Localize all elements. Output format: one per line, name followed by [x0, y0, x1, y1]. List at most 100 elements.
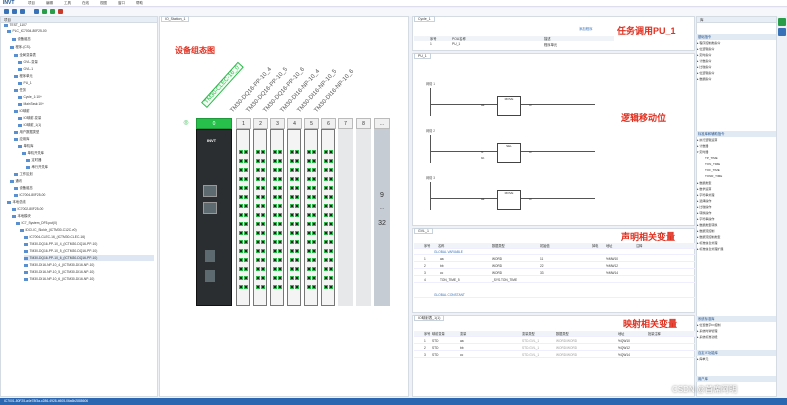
tree-node[interactable]: IO映射 [14, 108, 30, 114]
tree-node[interactable]: Cycle_1:10+ [18, 94, 42, 100]
block-input[interactable]: aa [481, 197, 484, 201]
gvl-row[interactable]: 3 cc WORD 33 %MW14 [414, 270, 695, 276]
library-item[interactable]: TOF_TIME [705, 168, 783, 173]
tree-node[interactable]: TM30-DQ16-PP-10_4_(ICTM30-DQ16-PP-10) [24, 241, 97, 247]
library-item[interactable]: ▸ 数据流控制 [697, 229, 775, 234]
library-item[interactable]: ▸ 程序控制类指令 [697, 41, 775, 46]
tree-node[interactable]: 程序-(CS)- [10, 44, 31, 50]
library-item[interactable]: ▸ 转换操作 [697, 211, 775, 216]
tree-node[interactable]: IDCI-IC_SloIdr_(ICTM30-C12C.v0) [20, 227, 77, 233]
library-item[interactable]: ▸ 计数器 [697, 144, 775, 149]
tree-node[interactable]: IC7_System_DF5.put(0) [16, 220, 57, 226]
tree-node[interactable]: 用户数据类型 [14, 129, 39, 135]
empty-slot[interactable] [356, 129, 371, 306]
iomap-row[interactable]: 2 STD bb STD.GVL_1 WORD/WORD %QW12 [414, 345, 695, 351]
library-section[interactable]: 用户库 [696, 376, 776, 382]
block-input[interactable]: G [481, 150, 483, 154]
gvl-group[interactable]: GLOBAL VARIABLE [414, 249, 695, 255]
slot-1[interactable]: 1 [236, 118, 251, 129]
tree-node[interactable]: GVL-1 [18, 66, 33, 72]
library-item[interactable]: ▸ 定时指令 [697, 53, 775, 58]
tab-io-station[interactable]: IO_Station_1 [161, 16, 190, 22]
library-item[interactable]: ▸ 系统标准功能 [697, 335, 775, 340]
tree-node[interactable]: TM30-DI16-NP-10_6_(ICTM30-DI16-NP-10) [24, 276, 94, 282]
io-module[interactable] [304, 129, 318, 306]
new-icon[interactable] [4, 9, 9, 14]
iomap-row[interactable]: 3 STD cc STD.GVL_1 WORD/WORD %QW14 [414, 352, 695, 358]
tree-node[interactable]: PLC_IC7004-80F25-00 [7, 28, 47, 34]
gvl-row[interactable]: 2 bb WORD 22 %MW12 [414, 263, 695, 269]
slot-3[interactable]: 3 [270, 118, 285, 129]
tree-node[interactable]: 本地模块 [12, 213, 31, 219]
menu-view[interactable]: 视图 [100, 0, 107, 7]
library-item[interactable]: ▸ 标准信息处理扩展 [697, 247, 775, 252]
tree-node[interactable]: 设备组态 [14, 185, 33, 191]
block-output[interactable]: cc [529, 150, 532, 154]
library-item[interactable]: ▸ 位逻辑指令 [697, 47, 775, 52]
menu-window[interactable]: 窗口 [118, 0, 125, 7]
download-icon[interactable] [42, 9, 47, 14]
library-item[interactable]: ▸ 选择操作 [697, 199, 775, 204]
tree-node[interactable]: IC7004-80F25-00 [14, 192, 45, 198]
block-input[interactable]: bb [481, 156, 484, 160]
slot-5[interactable]: 5 [304, 118, 319, 129]
tree-node[interactable]: IO映射_1(1) [18, 122, 41, 128]
library-item[interactable]: ▸ 执行逻辑运算 [697, 138, 775, 143]
tab-cycle[interactable]: Cycle_1 [414, 16, 435, 22]
library-item[interactable]: ▸ 系统时钟管理 [697, 329, 775, 334]
library-item[interactable]: ▸ 计数指令 [697, 59, 775, 64]
tab-pou[interactable]: PU_1 [414, 53, 431, 59]
tab-gvl[interactable]: GVL_1 [414, 228, 433, 234]
library-item[interactable]: ▸ 数据指令 [697, 77, 775, 82]
tree-node[interactable]: IC7002-80F25-00 [12, 206, 43, 212]
slot-0[interactable]: 0 [196, 118, 232, 129]
tree-node-selected[interactable]: TM30-DQ16-PP-10_6_(ICTM30-DQ16-PP-10) [24, 255, 154, 261]
io-module[interactable] [270, 129, 284, 306]
iomap-row[interactable]: 1 STD aa STD.GVL_1 WORD/WORD %QW10 [414, 338, 695, 344]
tree-node[interactable]: 单机库 [18, 143, 33, 149]
io-module[interactable] [253, 129, 267, 306]
menu-online[interactable]: 在线 [82, 0, 89, 7]
tab-iomap[interactable]: IO映射表_1(1) [414, 315, 445, 321]
gvl-row[interactable]: 4 TON_TIME_5 _SYS.TON_TIME [414, 277, 695, 283]
slot-8[interactable]: 8 [356, 118, 371, 129]
library-item[interactable]: ▸ 数据类型 [697, 181, 775, 186]
add-program-button[interactable]: 添加程序 [579, 26, 593, 31]
library-section[interactable]: 系统标准库 [696, 316, 776, 322]
library-item[interactable]: TP_TIME [705, 156, 783, 161]
library-item[interactable]: ▸ 比较操作 [697, 205, 775, 210]
task-table-row[interactable]: 1 PU_1 程序单元 [414, 42, 614, 47]
tree-node[interactable]: 串行开关库 [26, 164, 48, 170]
menu-project[interactable]: 项目 [28, 0, 35, 7]
slot-6[interactable]: 6 [321, 118, 336, 129]
library-item[interactable]: ▸ 数学运算 [697, 187, 775, 192]
compile-icon[interactable] [34, 9, 39, 14]
more-slots[interactable]: 9 ... 32 [374, 129, 390, 306]
tree-node[interactable]: PU_1 [18, 80, 32, 86]
move-block[interactable]: MOVE [497, 190, 521, 210]
block-input[interactable]: aa [481, 103, 484, 107]
tree-node[interactable]: 工作区划 [14, 171, 33, 177]
library-item[interactable]: ▸ 字符串处理 [697, 193, 775, 198]
library-item[interactable]: TON_TIME [705, 162, 783, 167]
library-section[interactable]: 自定义功能库 [696, 350, 776, 356]
tree-node[interactable]: 应用库 [14, 136, 29, 142]
empty-slot[interactable] [338, 129, 353, 306]
tree-node[interactable]: IO映射-变量 [18, 115, 41, 121]
tree-node[interactable]: 通讯 [10, 178, 22, 184]
run-icon[interactable] [50, 9, 55, 14]
save-icon[interactable] [20, 9, 25, 14]
io-module[interactable] [321, 129, 335, 306]
tree-node[interactable]: 任务 [14, 87, 26, 93]
tree-node[interactable]: 定时器 [26, 157, 41, 163]
tree-node[interactable]: 全局变量表 [14, 52, 36, 58]
side-tool-icon[interactable] [778, 28, 786, 36]
tree-node[interactable]: 程序单元 [14, 73, 33, 79]
tree-node[interactable]: 本地总线 [7, 199, 26, 205]
gvl-group[interactable]: GLOBAL CONSTANT [414, 292, 695, 298]
library-item[interactable]: ▸ 字符串操作 [697, 217, 775, 222]
block-output[interactable]: cc [529, 103, 532, 107]
gvl-row[interactable]: 1 aa WORD 11 %MW10 [414, 256, 695, 262]
menu-edit[interactable]: 编辑 [46, 0, 53, 7]
tree-node[interactable]: GVL-变量 [18, 59, 38, 65]
